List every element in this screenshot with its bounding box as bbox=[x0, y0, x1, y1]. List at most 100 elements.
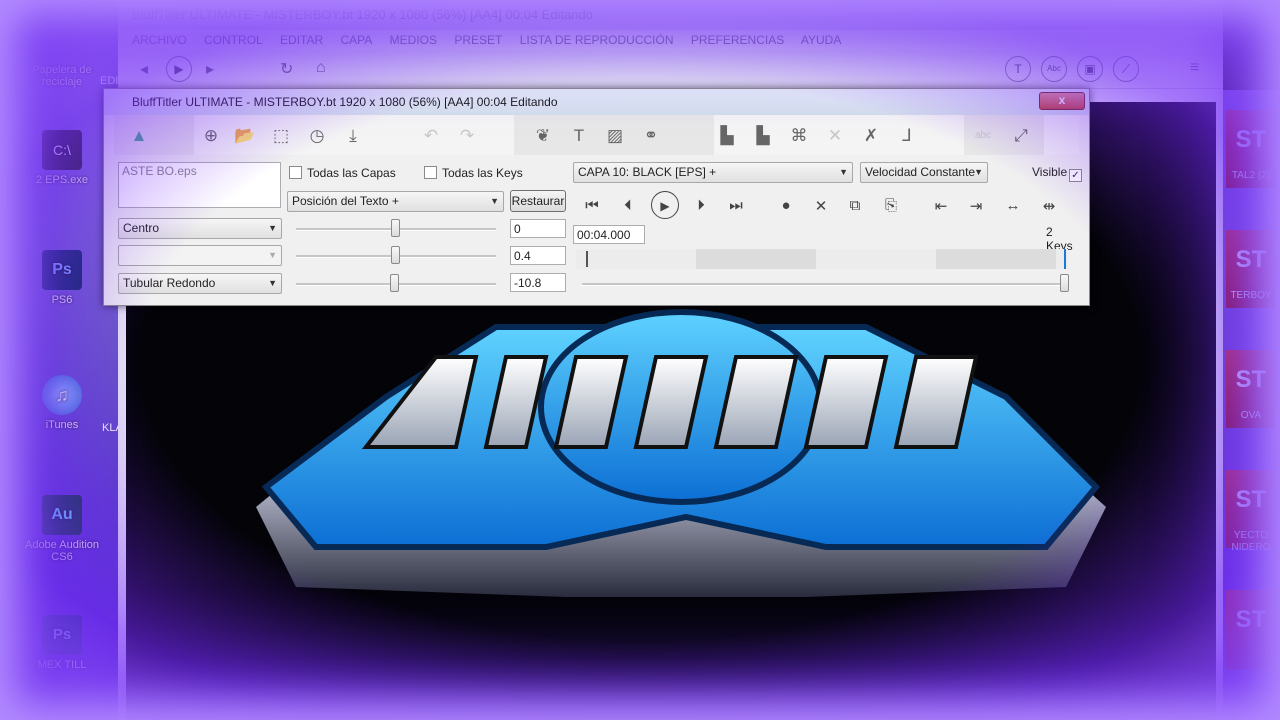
text-icon[interactable]: T bbox=[566, 123, 592, 149]
desktop-thumb[interactable]: ST TAL2 (2) bbox=[1226, 110, 1276, 188]
abc-icon[interactable]: Abc bbox=[1041, 56, 1067, 82]
speed-select[interactable]: Velocidad Constante ▼ bbox=[860, 162, 988, 183]
timeline-cursor[interactable] bbox=[1064, 249, 1066, 269]
paste-key-icon[interactable]: ⎘ bbox=[880, 197, 902, 214]
speed-select-value: Velocidad Constante bbox=[865, 165, 976, 179]
key-next-icon[interactable]: ⇥ bbox=[965, 197, 987, 215]
bevel-select[interactable]: Tubular Redondo ▼ bbox=[118, 273, 282, 294]
open-folder-icon[interactable]: 📂 bbox=[232, 123, 258, 149]
value-field-3[interactable]: -10.8 bbox=[510, 273, 566, 292]
step-back-icon[interactable]: ⏴ bbox=[617, 197, 639, 214]
menu-icon[interactable]: ≡ bbox=[1190, 59, 1199, 77]
desktop-icon-label: Adobe Audition CS6 bbox=[24, 539, 99, 563]
skip-start-icon[interactable]: ⏮ bbox=[581, 197, 603, 214]
slider-thumb[interactable] bbox=[391, 246, 400, 264]
abc-dim-icon[interactable]: abc bbox=[970, 123, 996, 149]
key-split-icon[interactable]: ⇹ bbox=[1038, 197, 1060, 215]
align-left-icon[interactable]: ▙ bbox=[714, 123, 740, 149]
skip-end-icon[interactable]: ⏭ bbox=[725, 197, 747, 214]
add-layer-icon[interactable]: ⊕ bbox=[198, 123, 224, 149]
merge-icon[interactable]: ⅃ bbox=[894, 123, 920, 149]
menu-archivo[interactable]: ARCHIVO bbox=[132, 33, 187, 47]
all-layers-checkbox[interactable]: Todas las Capas bbox=[289, 166, 396, 180]
thumb-label: TAL2 (2) bbox=[1231, 170, 1271, 181]
time-slider-thumb[interactable] bbox=[1060, 274, 1069, 292]
misterboy-logo bbox=[256, 309, 1106, 597]
next-arrow-icon[interactable]: ▸ bbox=[206, 59, 214, 79]
play-icon[interactable]: ▶ bbox=[166, 56, 192, 82]
undo-icon[interactable]: ↶ bbox=[418, 123, 444, 149]
desktop-icon-audition[interactable]: Au Adobe Audition CS6 bbox=[22, 495, 102, 563]
select-icon[interactable]: ⬚ bbox=[268, 123, 294, 149]
image-icon[interactable]: ▣ bbox=[1077, 56, 1103, 82]
menu-control[interactable]: CONTROL bbox=[204, 33, 263, 47]
menu-preferencias[interactable]: PREFERENCIAS bbox=[691, 33, 784, 47]
desktop-icon-exe[interactable]: C:\ 2 EPS.exe bbox=[22, 130, 102, 186]
slider-thumb[interactable] bbox=[390, 274, 399, 292]
picture-icon[interactable]: ▨ bbox=[602, 123, 628, 149]
value-field-1[interactable]: 0 bbox=[510, 219, 566, 238]
timeline[interactable] bbox=[576, 249, 1068, 269]
shape-icon[interactable]: ❦ bbox=[530, 123, 556, 149]
unlink-icon[interactable]: ✕ bbox=[822, 123, 848, 149]
visible-check-mark[interactable]: ✓ bbox=[1069, 169, 1082, 182]
desktop-clip-label: EDI bbox=[100, 75, 119, 87]
desktop-thumb[interactable]: ST YECTO NIDERO bbox=[1226, 470, 1276, 553]
menu-ayuda[interactable]: AYUDA bbox=[801, 33, 841, 47]
desktop-thumb[interactable]: ST OVA bbox=[1226, 350, 1276, 428]
copy-key-icon[interactable]: ⧉ bbox=[844, 197, 866, 214]
wand-icon[interactable]: ⟋ bbox=[1113, 56, 1139, 82]
desktop-thumb[interactable]: ST TERBOY bbox=[1226, 230, 1276, 308]
layer-select[interactable]: CAPA 10: BLACK [EPS] + ▼ bbox=[573, 162, 853, 183]
desktop-thumb[interactable]: ST bbox=[1226, 590, 1276, 670]
delete-key-icon[interactable]: ✕ bbox=[810, 197, 832, 215]
close-button[interactable]: x bbox=[1039, 92, 1085, 110]
timeline-key-marker[interactable] bbox=[586, 251, 588, 267]
desktop-icon-recycle-bin[interactable]: Papelera de reciclaje bbox=[22, 50, 102, 88]
save-icon[interactable]: ⤓ bbox=[340, 123, 366, 149]
menu-medios[interactable]: MEDIOS bbox=[390, 33, 437, 47]
visible-checkbox[interactable]: ✓ bbox=[1069, 165, 1087, 182]
menu-preset[interactable]: PRESET bbox=[454, 33, 502, 47]
text-layer-icon[interactable]: T bbox=[1005, 56, 1031, 82]
thumb-label: OVA bbox=[1240, 410, 1262, 421]
resize-icon[interactable]: ⤢ bbox=[1008, 123, 1034, 149]
empty-select[interactable]: ▼ bbox=[118, 245, 282, 266]
menu-lista[interactable]: LISTA DE REPRODUCCIÓN bbox=[520, 33, 674, 47]
play-button[interactable]: ▶ bbox=[651, 191, 679, 219]
dialog-title: BluffTitler ULTIMATE - MISTERBOY.bt 1920… bbox=[104, 89, 1089, 115]
desktop-icon-psd[interactable]: Ps MEX TILL bbox=[22, 615, 102, 671]
time-slider-track[interactable] bbox=[582, 283, 1066, 286]
all-keys-checkbox[interactable]: Todas las Keys bbox=[424, 166, 523, 180]
bevel-select-value: Tubular Redondo bbox=[123, 276, 216, 290]
menu-capa[interactable]: CAPA bbox=[341, 33, 373, 47]
refresh-icon[interactable]: ↻ bbox=[280, 59, 293, 79]
key-range-icon[interactable]: ↔ bbox=[1002, 197, 1024, 214]
property-select[interactable]: Posición del Texto + ▼ bbox=[287, 191, 504, 212]
value-field-2[interactable]: 0.4 bbox=[510, 246, 566, 265]
home-icon[interactable]: ⌂ bbox=[316, 59, 326, 77]
anchor-select[interactable]: Centro ▼ bbox=[118, 218, 282, 239]
anchor-select-value: Centro bbox=[123, 221, 160, 235]
time-field[interactable]: 00:04.000 bbox=[573, 225, 645, 244]
record-key-icon[interactable]: ● bbox=[775, 197, 797, 214]
delete-layer-icon[interactable]: ✗ bbox=[858, 123, 884, 149]
restore-button[interactable]: Restaurar bbox=[510, 190, 566, 212]
redo-icon[interactable]: ↷ bbox=[454, 123, 480, 149]
slider-thumb[interactable] bbox=[391, 219, 400, 237]
align-bottom-icon[interactable]: ▙ bbox=[750, 123, 776, 149]
desktop-icon-itunes[interactable]: ♫ iTunes bbox=[22, 375, 102, 431]
menu-editar[interactable]: EDITAR bbox=[280, 33, 323, 47]
clock-icon[interactable]: ◷ bbox=[304, 123, 330, 149]
prev-arrow-icon[interactable]: ◂ bbox=[140, 59, 148, 79]
particles-icon[interactable]: ⚭ bbox=[638, 123, 664, 149]
key-prev-icon[interactable]: ⇤ bbox=[930, 197, 952, 215]
desktop-icon-photoshop[interactable]: Ps PS6 bbox=[22, 250, 102, 306]
step-forward-icon[interactable]: ⏵ bbox=[690, 197, 712, 214]
layer-file-field[interactable]: ASTE BO.eps bbox=[118, 162, 281, 208]
checkbox-box[interactable] bbox=[424, 166, 437, 179]
checkbox-box[interactable] bbox=[289, 166, 302, 179]
timeline-segment bbox=[696, 249, 816, 269]
itunes-icon: ♫ bbox=[42, 375, 82, 415]
link-icon[interactable]: ⌘ bbox=[786, 123, 812, 149]
